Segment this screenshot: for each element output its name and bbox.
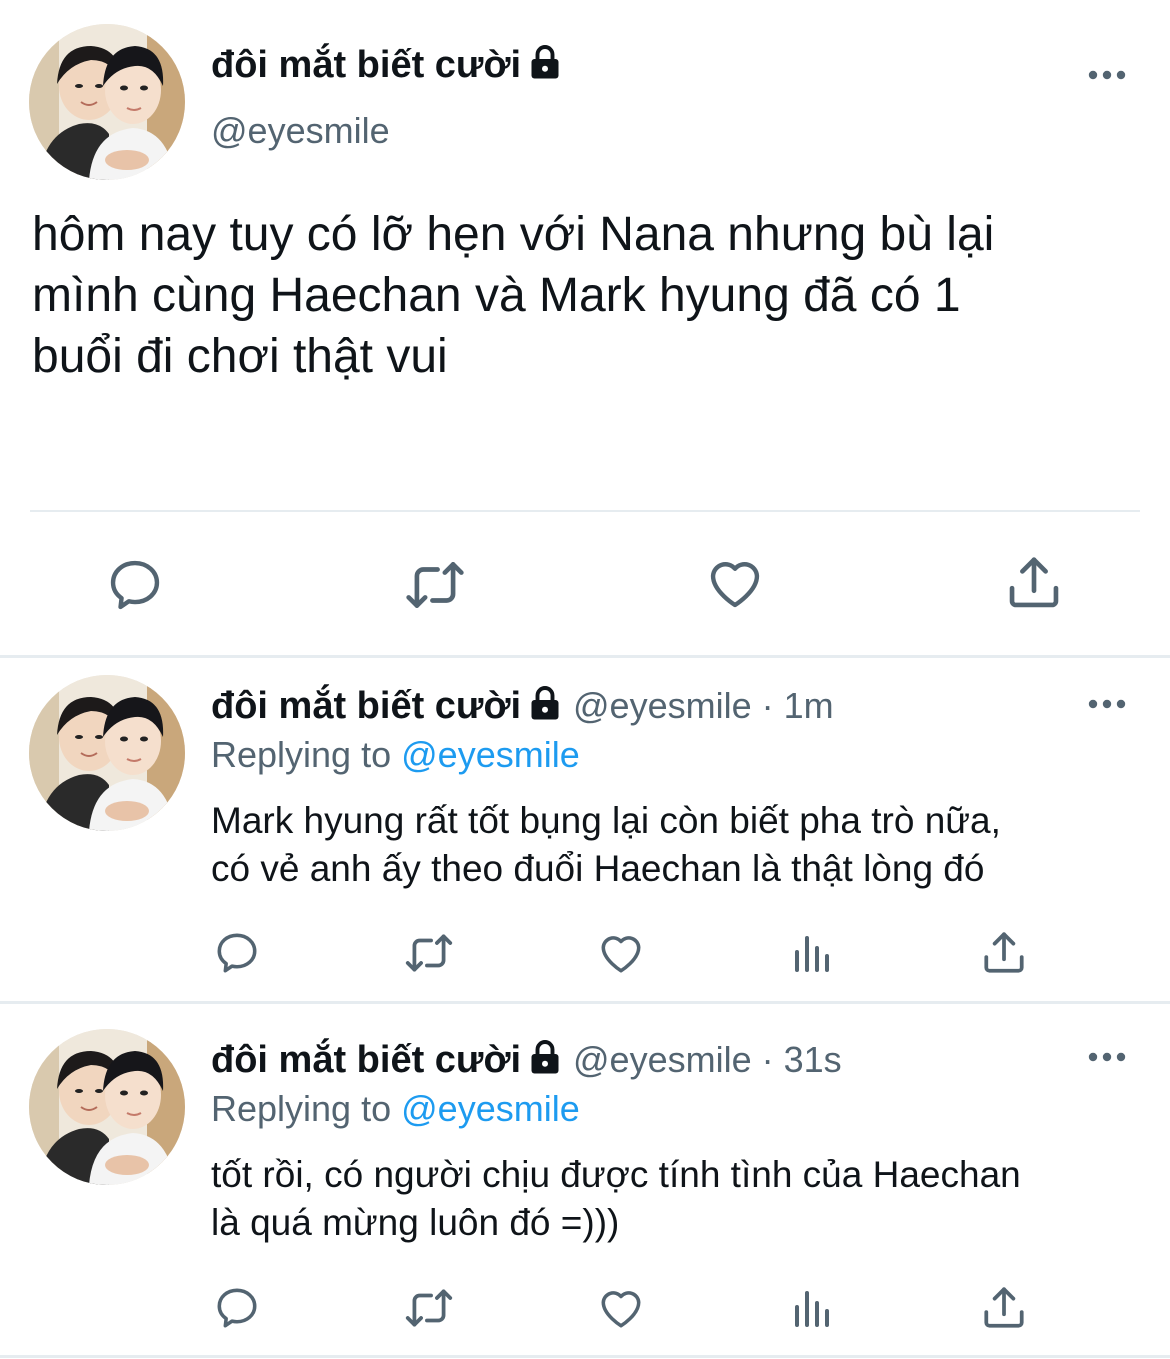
replying-to: Replying to @eyesmile (211, 1086, 580, 1132)
divider (30, 510, 1140, 512)
replying-prefix: Replying to (211, 1088, 392, 1129)
like-icon[interactable] (704, 552, 766, 614)
like-icon[interactable] (596, 1283, 646, 1333)
lock-icon (527, 685, 563, 733)
reply-text: tốt rồi, có người chịu được tính tình củ… (211, 1154, 1021, 1243)
handle: @eyesmile (573, 1039, 752, 1080)
mention-link[interactable]: @eyesmile (401, 734, 580, 775)
more-icon[interactable] (1087, 1050, 1127, 1062)
timestamp[interactable]: 1m (784, 685, 834, 726)
divider (0, 1001, 1170, 1004)
share-icon[interactable] (979, 928, 1029, 978)
like-icon[interactable] (596, 928, 646, 978)
lock-icon (527, 43, 563, 93)
avatar[interactable] (29, 675, 185, 831)
display-name-text: đôi mắt biết cười (211, 44, 522, 86)
reply-icon[interactable] (212, 928, 262, 978)
handle[interactable]: @eyesmile (211, 108, 390, 154)
lock-icon (527, 1039, 563, 1087)
analytics-icon[interactable] (789, 930, 837, 978)
replying-prefix: Replying to (211, 734, 392, 775)
timestamp[interactable]: 31s (784, 1039, 842, 1080)
display-name-text: đôi mắt biết cười (211, 1039, 522, 1081)
more-icon[interactable] (1087, 68, 1127, 80)
retweet-icon[interactable] (402, 928, 456, 978)
replying-to: Replying to @eyesmile (211, 732, 580, 778)
reply-header[interactable]: đôi mắt biết cười @eyesmile · 31s (211, 1036, 842, 1087)
divider (0, 655, 1170, 658)
reply-icon[interactable] (104, 554, 166, 616)
share-icon[interactable] (1003, 552, 1065, 614)
retweet-icon[interactable] (402, 1283, 456, 1333)
analytics-icon[interactable] (789, 1285, 837, 1333)
share-icon[interactable] (979, 1283, 1029, 1333)
display-name-text: đôi mắt biết cười (211, 685, 522, 727)
reply-header[interactable]: đôi mắt biết cười @eyesmile · 1m (211, 682, 834, 733)
reply-icon[interactable] (212, 1283, 262, 1333)
reply-text: Mark hyung rất tốt bụng lại còn biết pha… (211, 800, 1001, 889)
separator: · (761, 685, 774, 726)
avatar[interactable] (29, 24, 185, 180)
more-icon[interactable] (1087, 697, 1127, 709)
mention-link[interactable]: @eyesmile (401, 1088, 580, 1129)
avatar[interactable] (29, 1029, 185, 1185)
divider (0, 1355, 1170, 1358)
separator: · (761, 1039, 774, 1080)
tweet-text: hôm nay tuy có lỡ hẹn với Nana nhưng bù … (32, 208, 995, 383)
display-name[interactable]: đôi mắt biết cười (211, 40, 563, 93)
retweet-icon[interactable] (402, 554, 468, 616)
handle: @eyesmile (573, 685, 752, 726)
